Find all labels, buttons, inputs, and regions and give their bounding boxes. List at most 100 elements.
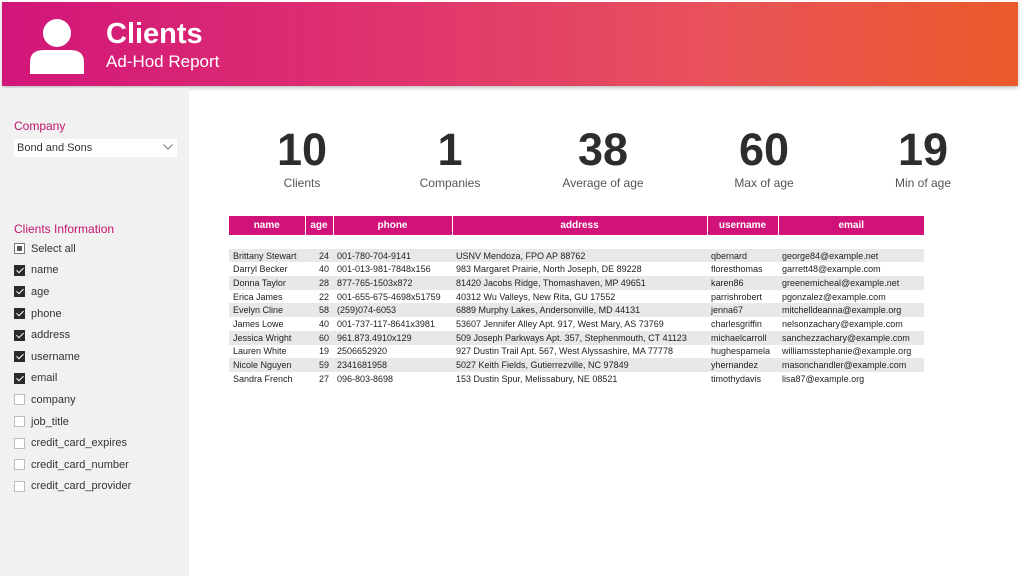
cell-name: Brittany Stewart bbox=[229, 248, 305, 263]
cell-age: 60 bbox=[305, 330, 333, 345]
checkbox-label: company bbox=[31, 393, 76, 406]
page-title: Clients bbox=[106, 18, 203, 50]
column-header-email[interactable]: email bbox=[778, 216, 924, 235]
checkbox-option-address[interactable]: address bbox=[14, 324, 184, 346]
cell-username: timothydavis bbox=[711, 373, 762, 384]
kpi-value: 19 bbox=[897, 124, 949, 175]
checkbox[interactable] bbox=[14, 329, 25, 341]
checkbox[interactable] bbox=[14, 480, 25, 492]
kpi-label: Min of age bbox=[894, 176, 952, 190]
cell-phone: 961.873.4910x129 bbox=[333, 330, 452, 345]
column-header-phone[interactable]: phone bbox=[333, 216, 453, 235]
cell-phone: 877-765-1503x872 bbox=[333, 276, 452, 290]
cell-age: 40 bbox=[318, 318, 329, 329]
company-filter-label: Company bbox=[14, 119, 66, 133]
checkbox-option-credit-card-expires[interactable]: credit_card_expires bbox=[14, 432, 184, 454]
cell-name: Jessica Wright bbox=[229, 330, 305, 345]
cell-age: 19 bbox=[318, 346, 329, 357]
company-dropdown[interactable]: Bond and Sons bbox=[14, 139, 177, 157]
cell-age: 22 bbox=[318, 291, 329, 302]
cell-username: parrishrobert bbox=[711, 291, 763, 302]
column-checkbox-list: Select all name age phone address username ema… bbox=[14, 238, 184, 497]
checkbox-option-age[interactable]: age bbox=[14, 281, 184, 303]
checkbox[interactable] bbox=[14, 394, 25, 406]
cell-age: 27 bbox=[318, 373, 329, 384]
checkbox-label: name bbox=[31, 264, 59, 277]
cell-phone: 2341681958 bbox=[333, 358, 452, 372]
cell-username: yhernandez bbox=[707, 358, 778, 372]
table-header-row: name age phone address username email bbox=[229, 216, 924, 235]
cell-address: 81420 Jacobs Ridge, Thomashaven, MP 4965… bbox=[452, 276, 707, 290]
cell-phone: (259)074-6053 bbox=[333, 303, 452, 318]
kpi-label: Max of age bbox=[734, 176, 794, 190]
cell-email: sanchezzachary@example.com bbox=[778, 330, 924, 345]
cell-phone: 2506652920 bbox=[337, 346, 388, 357]
checkbox-label: phone bbox=[31, 307, 62, 320]
cell-name: Sandra French bbox=[233, 373, 293, 384]
kpi-card: 38 Average of age bbox=[528, 124, 678, 190]
table-row: Jessica Wright 60 961.873.4910x129 509 Jose… bbox=[229, 330, 924, 345]
column-header-age[interactable]: age bbox=[305, 216, 334, 235]
kpi-card: 1 Companies bbox=[375, 124, 525, 190]
cell-name: James Lowe bbox=[233, 318, 284, 329]
table-row: Darryl Becker 40 001-013-981-7848x156 983 M… bbox=[229, 262, 924, 276]
cell-age: 28 bbox=[305, 276, 333, 290]
cell-name: Erica James bbox=[233, 291, 283, 302]
chevron-down-icon bbox=[163, 144, 173, 150]
cell-email: george84@example.net bbox=[778, 248, 924, 263]
checkbox-label: credit_card_number bbox=[31, 458, 129, 471]
table-row: Nicole Nguyen 59 2341681958 5027 Keith Fiel… bbox=[229, 358, 924, 372]
kpi-card: 60 Max of age bbox=[689, 124, 839, 190]
cell-phone: 001-780-704-9141 bbox=[333, 248, 452, 263]
cell-address: USNV Mendoza, FPO AP 88762 bbox=[452, 248, 707, 263]
table-spacer-cell bbox=[229, 235, 924, 249]
checkbox[interactable] bbox=[14, 416, 25, 428]
kpi-value: 38 bbox=[577, 124, 629, 175]
user-avatar-icon bbox=[30, 19, 84, 74]
cell-address: 927 Dustin Trail Apt. 567, West Alyssash… bbox=[456, 346, 673, 357]
checkbox[interactable] bbox=[14, 308, 25, 320]
cell-username: hughespamela bbox=[711, 346, 771, 357]
checkbox-option-name[interactable]: name bbox=[14, 260, 184, 282]
checkbox[interactable] bbox=[14, 351, 25, 363]
column-header-address[interactable]: address bbox=[452, 216, 708, 235]
checkbox-label: age bbox=[31, 285, 50, 298]
cell-phone: 001-655-675-4698x51759 bbox=[337, 291, 441, 302]
checkbox-option-credit-card-number[interactable]: credit_card_number bbox=[14, 454, 184, 476]
table-row: Sandra French 27 096-803-8698 153 Dustin Sp… bbox=[229, 372, 924, 386]
cell-name: Darryl Becker bbox=[233, 264, 288, 275]
checkbox-option-job-title[interactable]: job_title bbox=[14, 411, 184, 433]
cell-age: 24 bbox=[305, 248, 333, 263]
checkbox[interactable] bbox=[14, 264, 25, 276]
cell-address: 509 Joseph Parkways Apt. 357, Stephenmou… bbox=[452, 330, 707, 345]
checkbox-label: credit_card_provider bbox=[31, 480, 132, 493]
checkbox[interactable] bbox=[14, 437, 25, 449]
column-header-name[interactable]: name bbox=[229, 216, 306, 235]
kpi-card: 19 Min of age bbox=[848, 124, 998, 190]
cell-email: nelsonzachary@example.com bbox=[782, 318, 903, 329]
checkbox-label: email bbox=[31, 372, 58, 385]
table-row: Brittany Stewart 24 001-780-704-9141 USNV M… bbox=[229, 248, 924, 263]
column-header-username[interactable]: username bbox=[707, 216, 779, 235]
page-subtitle: Ad-Hod Report bbox=[106, 52, 220, 71]
cell-email: lisa87@example.org bbox=[782, 373, 865, 384]
cell-username: qbernard bbox=[707, 248, 778, 263]
checkbox-option-phone[interactable]: phone bbox=[14, 303, 184, 325]
filter-sidebar: Company Bond and Sons Clients Informatio… bbox=[0, 88, 189, 576]
kpi-label: Companies bbox=[419, 176, 481, 190]
checkbox[interactable] bbox=[14, 286, 25, 298]
checkbox-option-email[interactable]: email bbox=[14, 368, 184, 390]
cell-email: mitchelldeanna@example.org bbox=[778, 303, 924, 318]
cell-username: karen86 bbox=[707, 276, 778, 290]
checkbox-option-username[interactable]: username bbox=[14, 346, 184, 368]
checkbox-option-company[interactable]: company bbox=[14, 389, 184, 411]
checkbox-option-select-all[interactable]: Select all bbox=[14, 238, 184, 260]
checkbox[interactable] bbox=[14, 243, 25, 255]
checkbox[interactable] bbox=[14, 372, 25, 384]
cell-address: 5027 Keith Fields, Gutierrezville, NC 97… bbox=[452, 358, 707, 372]
clients-table: name age phone address username email Brittan… bbox=[229, 216, 924, 386]
checkbox[interactable] bbox=[14, 459, 25, 471]
checkbox-option-credit-card-provider[interactable]: credit_card_provider bbox=[14, 476, 184, 498]
cell-age: 40 bbox=[318, 264, 329, 275]
cell-email: williamsstephanie@example.org bbox=[782, 346, 912, 357]
